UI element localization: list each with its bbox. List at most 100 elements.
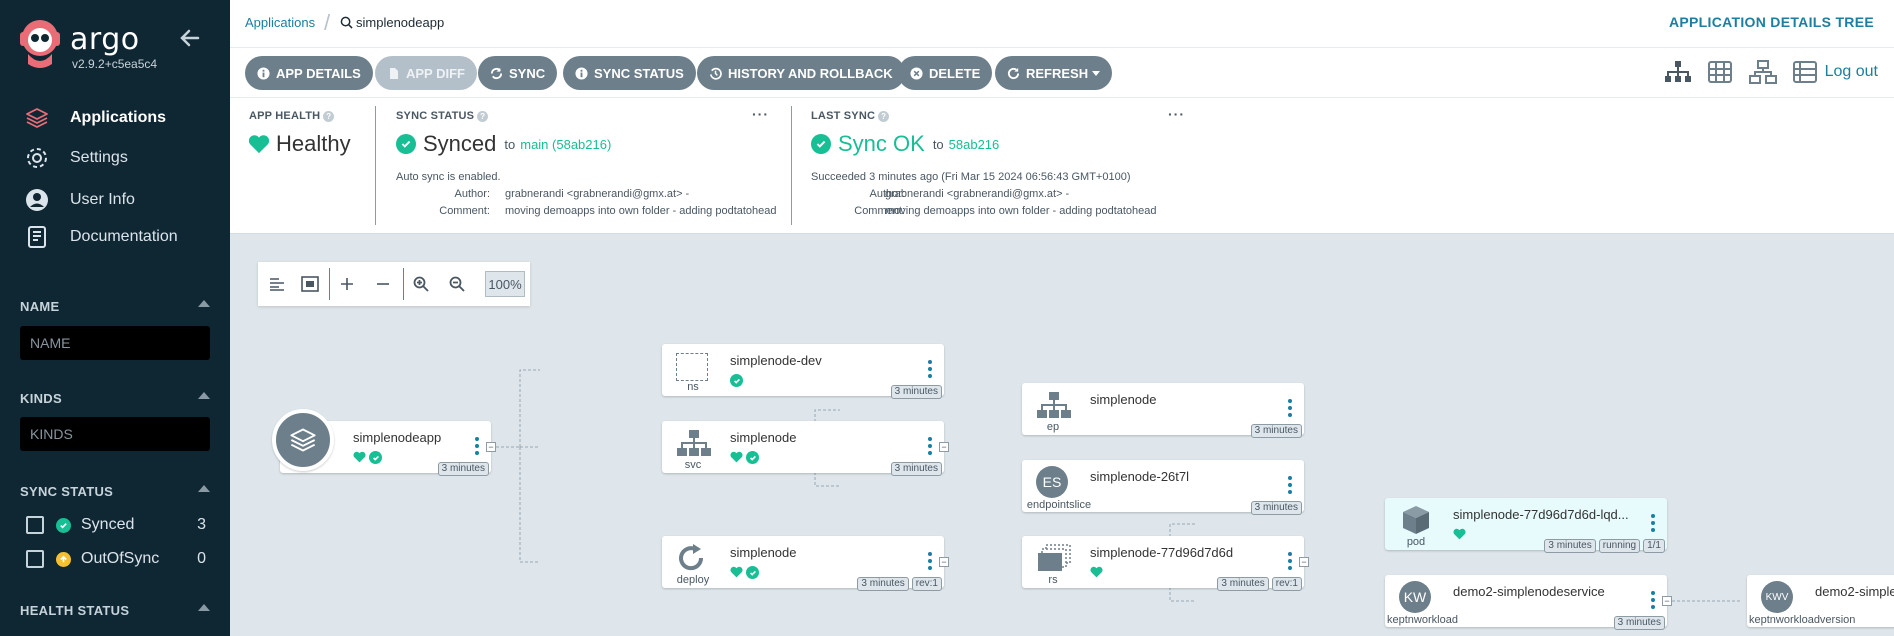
node-menu-icon[interactable] [1651, 591, 1655, 609]
align-left-icon[interactable] [264, 271, 290, 297]
age-badge: 3 minutes [1250, 501, 1302, 515]
revision-link[interactable]: 58ab216 [949, 137, 1000, 152]
node-name: simplenode [730, 430, 797, 445]
node-name: simplenode-dev [730, 353, 822, 368]
node-name: simplenode [730, 545, 797, 560]
top-bar: Applications / simplenodeapp APPLICATION… [230, 0, 1894, 48]
zoom-out-icon[interactable] [444, 271, 470, 297]
age-badge: 3 minutes [1217, 577, 1269, 591]
help-icon[interactable]: ? [477, 110, 489, 122]
help-icon[interactable]: ? [323, 110, 335, 122]
help-icon[interactable]: ? [878, 110, 890, 122]
caret-up-icon[interactable] [198, 485, 210, 492]
kinds-filter-input[interactable] [20, 417, 210, 451]
zoom-in-icon[interactable] [408, 271, 434, 297]
network-view-icon[interactable] [1749, 60, 1777, 86]
deployment-node[interactable]: deploy simplenode 3 minutes rev:1 [662, 536, 944, 591]
sidebar: argo v2.9.2+c5ea5c4 Applications Setting… [0, 0, 230, 636]
tree-view-icon[interactable] [1664, 60, 1692, 86]
more-icon[interactable]: ··· [1168, 106, 1185, 122]
node-menu-icon[interactable] [928, 360, 932, 378]
endpointslice-node[interactable]: ES endpointslice simplenode-26t7l 3 minu… [1022, 460, 1304, 515]
caret-up-icon[interactable] [198, 604, 210, 611]
app-details-button[interactable]: APP DETAILS [245, 56, 373, 90]
namespace-node[interactable]: ns simplenode-dev 3 minutes [662, 344, 944, 399]
info-icon [257, 66, 270, 80]
service-node[interactable]: svc simplenode 3 minutes [662, 421, 944, 476]
keptnworkloadversion-node[interactable]: KWV keptnworkloadversion demo2-simple [1747, 575, 1894, 627]
author-value: grabnerandi <grabnerandi@gmx.at> - [885, 188, 1070, 200]
comment-label: Comment: [439, 205, 490, 217]
age-badge: 3 minutes [857, 577, 909, 591]
collapse-toggle[interactable]: − [486, 442, 496, 452]
app-root-node[interactable]: simplenodeapp 3 minutes [272, 409, 491, 476]
fit-screen-icon[interactable] [297, 271, 323, 297]
zoom-level: 100% [485, 271, 525, 297]
expand-plus-icon[interactable] [334, 271, 360, 297]
sidebar-item-applications[interactable]: Applications [24, 103, 166, 133]
sync-filter-outofsync[interactable]: OutOfSync 0 [26, 550, 206, 568]
label-text: APP HEALTH [249, 110, 321, 122]
revision-badge: rev:1 [911, 577, 942, 591]
node-menu-icon[interactable] [928, 437, 932, 455]
button-label: APP DETAILS [276, 65, 361, 81]
collapse-toggle[interactable]: − [939, 557, 949, 567]
heart-icon [1453, 528, 1466, 540]
history-rollback-button[interactable]: HISTORY AND ROLLBACK [697, 56, 905, 90]
sync-status-button[interactable]: SYNC STATUS [563, 56, 696, 90]
node-name: simplenode-77d96d7d6d-lqd... [1453, 507, 1629, 522]
delete-button[interactable]: DELETE [898, 56, 993, 90]
sidebar-item-documentation[interactable]: Documentation [24, 222, 178, 252]
collapse-toggle[interactable]: − [1299, 557, 1309, 567]
heart-icon [730, 566, 743, 578]
breadcrumb-applications[interactable]: Applications [245, 15, 315, 30]
sync-status-value: Synced to main (58ab216) [396, 131, 611, 157]
endpoints-node[interactable]: ep simplenode 3 minutes [1022, 383, 1304, 438]
keptnworkload-node[interactable]: KW keptnworkload demo2-simplenodeservice… [1385, 575, 1667, 630]
name-filter-input[interactable] [20, 326, 210, 360]
arrow-up-circle-icon [56, 551, 71, 567]
filter-label: OutOfSync [81, 550, 160, 567]
last-sync-value: Sync OK to 58ab216 [811, 131, 999, 157]
node-menu-icon[interactable] [1651, 514, 1655, 532]
caret-down-icon [1092, 70, 1101, 76]
collapse-toggle[interactable]: − [939, 442, 949, 452]
cube-icon [1399, 504, 1433, 536]
refresh-icon [1007, 67, 1020, 80]
collapse-minus-icon[interactable] [370, 271, 396, 297]
sidebar-item-user-info[interactable]: User Info [24, 185, 135, 215]
node-kind: endpointslice [1026, 499, 1092, 511]
breadcrumb-current: simplenodeapp [340, 15, 444, 30]
node-menu-icon[interactable] [1288, 476, 1292, 494]
node-menu-icon[interactable] [1288, 552, 1292, 570]
filter-label: Synced [81, 516, 135, 533]
refresh-button[interactable]: REFRESH [995, 56, 1113, 90]
more-icon[interactable]: ··· [752, 106, 769, 122]
revision-link[interactable]: main (58ab216) [520, 137, 611, 152]
app-diff-button[interactable]: APP DIFF [375, 56, 477, 90]
checkbox[interactable] [26, 516, 44, 534]
list-view-icon[interactable] [1792, 60, 1820, 86]
sync-button[interactable]: SYNC [478, 56, 558, 90]
node-kind: keptnworkloadversion [1749, 614, 1856, 626]
pod-node[interactable]: pod simplenode-77d96d7d6d-lqd... 3 minut… [1385, 498, 1667, 553]
graph-zoom-toolbar: 100% [258, 262, 530, 306]
pods-view-icon[interactable] [1707, 60, 1735, 86]
collapse-sidebar-button[interactable] [178, 26, 202, 50]
checkbox[interactable] [26, 550, 44, 568]
logout-link[interactable]: Log out [1825, 63, 1878, 81]
caret-up-icon[interactable] [198, 392, 210, 399]
node-menu-icon[interactable] [1288, 399, 1292, 417]
button-label: HISTORY AND ROLLBACK [728, 65, 893, 81]
author-value: grabnerandi <grabnerandi@gmx.at> - [505, 188, 690, 200]
sync-filter-synced[interactable]: Synced 3 [26, 516, 206, 534]
file-icon [387, 67, 400, 80]
node-menu-icon[interactable] [928, 552, 932, 570]
sidebar-item-settings[interactable]: Settings [24, 143, 128, 173]
book-icon [24, 224, 50, 250]
replicaset-node[interactable]: rs simplenode-77d96d7d6d 3 minutes rev:1 [1022, 536, 1304, 591]
node-menu-icon[interactable] [475, 437, 479, 455]
caret-up-icon[interactable] [198, 300, 210, 307]
stack-icon [24, 105, 50, 131]
collapse-toggle[interactable]: − [1662, 596, 1672, 606]
